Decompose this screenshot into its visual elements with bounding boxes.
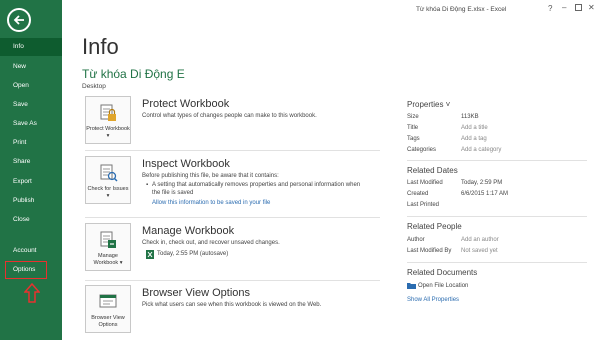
created-value: 6/6/2015 1:17 AM: [461, 191, 509, 197]
sidebar-item-save-as[interactable]: Save As: [0, 115, 62, 133]
author-label: Author: [407, 237, 425, 243]
prop-title-label: Title: [407, 125, 419, 131]
divider: [407, 160, 587, 161]
sidebar-item-options[interactable]: Options: [5, 261, 47, 279]
close-icon[interactable]: ✕: [588, 3, 595, 12]
folder-icon: [407, 283, 416, 289]
allow-info-link[interactable]: Allow this information to be saved in yo…: [152, 200, 270, 206]
inspect-workbook-desc: Before publishing this file, be aware th…: [142, 173, 279, 179]
file-location: Desktop: [82, 83, 106, 90]
backstage-sidebar: Info New Open Save Save As Print Share E…: [0, 0, 62, 340]
browser-view-icon: [99, 294, 117, 308]
sidebar-item-save[interactable]: Save: [0, 96, 62, 114]
manage-workbook-label: Manage Workbook ▾: [93, 253, 123, 266]
related-documents-heading: Related Documents: [407, 268, 478, 277]
protect-workbook-label: Protect Workbook ▾: [86, 126, 130, 139]
sidebar-item-info[interactable]: Info: [0, 38, 62, 56]
minimize-icon[interactable]: –: [562, 3, 566, 12]
manage-workbook-title: Manage Workbook: [142, 225, 235, 237]
sidebar-item-new[interactable]: New: [0, 58, 62, 76]
check-for-issues-button[interactable]: Check for Issues ▾: [85, 156, 131, 204]
inspect-document-icon: [100, 164, 118, 182]
related-people-heading: Related People: [407, 222, 462, 231]
sidebar-item-print[interactable]: Print: [0, 134, 62, 152]
sidebar-item-open[interactable]: Open: [0, 77, 62, 95]
browser-view-options-button[interactable]: Browser View Options: [85, 285, 131, 333]
window-title: Từ khóa Di Động E.xlsx - Excel: [416, 6, 507, 13]
prop-tags-label: Tags: [407, 136, 420, 142]
manage-workbook-desc: Check in, check out, and recover unsaved…: [142, 240, 280, 246]
check-for-issues-label: Check for Issues ▾: [87, 186, 129, 199]
manage-versions-icon: [100, 231, 116, 248]
last-modified-by-value: Not saved yet: [461, 248, 498, 254]
prop-tags-input[interactable]: Add a tag: [461, 136, 487, 142]
protect-workbook-button[interactable]: Protect Workbook ▾: [85, 96, 131, 144]
file-name: Từ khóa Di Động E: [82, 67, 185, 81]
protect-workbook-desc: Control what types of changes people can…: [142, 113, 317, 119]
browser-view-options-label: Browser View Options: [91, 315, 125, 328]
show-all-properties-link[interactable]: Show All Properties: [407, 297, 459, 303]
prop-size-label: Size: [407, 114, 419, 120]
browser-view-options-title: Browser View Options: [142, 287, 251, 299]
up-arrow-annotation-icon: [24, 283, 40, 303]
prop-title-input[interactable]: Add a title: [461, 125, 488, 131]
inspect-bullet-marker: ▪: [146, 182, 149, 188]
prop-categories-label: Categories: [407, 147, 437, 153]
last-modified-by-label: Last Modified By: [407, 248, 452, 254]
sidebar-item-share[interactable]: Share: [0, 153, 62, 171]
protect-workbook-title: Protect Workbook: [142, 98, 230, 110]
browser-view-options-desc: Pick what users can see when this workbo…: [142, 302, 322, 308]
prop-categories-input[interactable]: Add a category: [461, 147, 501, 153]
sidebar-item-account[interactable]: Account: [0, 242, 62, 260]
inspect-workbook-detail-cont: the file is saved: [152, 190, 194, 196]
prop-size-value: 113KB: [461, 114, 479, 120]
last-modified-label: Last Modified: [407, 180, 443, 186]
last-printed-label: Last Printed: [407, 202, 440, 208]
sidebar-item-close[interactable]: Close: [0, 211, 62, 229]
divider: [85, 217, 380, 218]
divider: [85, 150, 380, 151]
divider: [85, 280, 380, 281]
divider: [407, 262, 587, 263]
sidebar-item-publish[interactable]: Publish: [0, 192, 62, 210]
help-icon[interactable]: ?: [548, 4, 552, 13]
excel-file-icon: [146, 250, 154, 259]
open-file-location-link[interactable]: Open File Location: [418, 283, 468, 289]
divider: [407, 216, 587, 217]
inspect-workbook-title: Inspect Workbook: [142, 158, 230, 170]
properties-dropdown[interactable]: Properties ˅: [407, 100, 450, 109]
related-dates-heading: Related Dates: [407, 166, 458, 175]
back-arrow-icon[interactable]: [7, 8, 31, 32]
restore-icon[interactable]: [575, 4, 582, 11]
last-modified-value: Today, 2:59 PM: [461, 180, 503, 186]
autosave-version-link[interactable]: Today, 2:55 PM (autosave): [157, 251, 228, 257]
manage-workbook-button[interactable]: Manage Workbook ▾: [85, 223, 131, 271]
add-author-input[interactable]: Add an author: [461, 237, 499, 243]
inspect-workbook-detail: A setting that automatically removes pro…: [152, 182, 361, 188]
page-title: Info: [82, 34, 119, 59]
lock-icon: [100, 104, 116, 121]
created-label: Created: [407, 191, 429, 197]
sidebar-item-export[interactable]: Export: [0, 173, 62, 191]
